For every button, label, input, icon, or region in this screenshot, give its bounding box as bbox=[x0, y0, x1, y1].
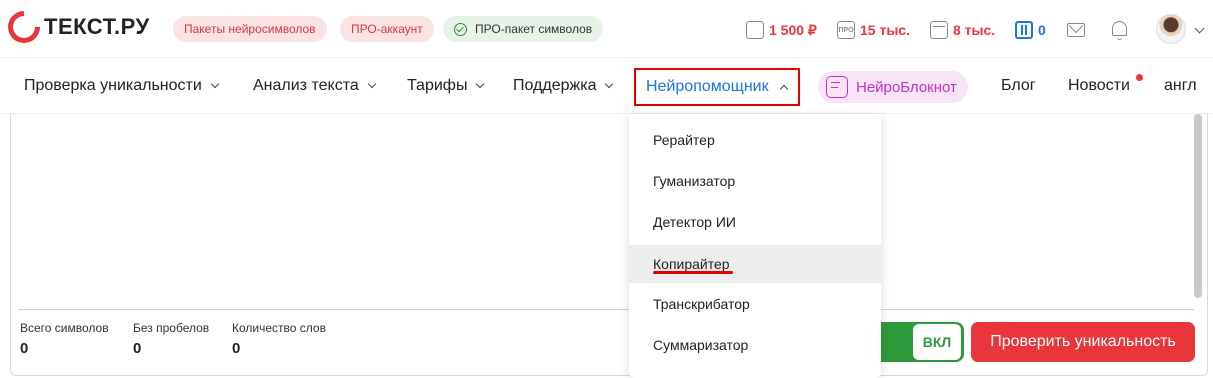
menu-item-copywriter[interactable]: Копирайтер bbox=[629, 245, 881, 283]
nav-item-uniqueness[interactable]: Проверка уникальности bbox=[24, 58, 220, 114]
bell-icon[interactable] bbox=[1112, 21, 1127, 40]
nav-item-support[interactable]: Поддержка bbox=[513, 58, 614, 114]
calendar-icon bbox=[930, 21, 948, 39]
counter-value: 0 bbox=[20, 340, 29, 357]
page: ТЕКСТ.РУ Пакеты нейросимволов ПРО-аккаун… bbox=[0, 0, 1213, 378]
chevron-up-icon bbox=[779, 84, 788, 94]
menu-item-ai-detector[interactable]: Детектор ИИ bbox=[629, 203, 881, 241]
menu-item-rewriter[interactable]: Рерайтер bbox=[629, 121, 881, 159]
counter-label: Всего символов bbox=[20, 321, 109, 335]
chevron-down-icon[interactable] bbox=[1194, 23, 1205, 34]
neuro-packages-pill[interactable]: Пакеты нейросимволов bbox=[173, 16, 327, 42]
toggle-on-button[interactable]: ВКЛ bbox=[913, 324, 961, 360]
pill-label: ПРО-пакет символов bbox=[475, 22, 593, 36]
counter-value: 0 bbox=[232, 340, 241, 357]
nav-label: Проверка уникальности bbox=[24, 77, 202, 94]
nav-label: Блог bbox=[1001, 77, 1036, 94]
h-counter-value: 0 bbox=[1038, 22, 1046, 38]
nav-item-neuro-assistant[interactable]: Нейропомощник bbox=[634, 68, 800, 106]
nav-label: Поддержка bbox=[513, 77, 597, 94]
nav-label: Тарифы bbox=[407, 77, 468, 94]
logo-text: ТЕКСТ.РУ bbox=[44, 14, 150, 39]
nav-label: Новости bbox=[1068, 77, 1130, 94]
neuro-assistant-dropdown: Рерайтер Гуманизатор Детектор ИИ Копирай… bbox=[629, 114, 881, 378]
mail-icon[interactable] bbox=[1067, 23, 1085, 37]
counter-label: Количество слов bbox=[232, 321, 326, 335]
check-uniqueness-button[interactable]: Проверить уникальность bbox=[971, 322, 1195, 362]
menu-item-transcriber[interactable]: Транскрибатор bbox=[629, 285, 881, 323]
menu-item-humanizer[interactable]: Гуманизатор bbox=[629, 162, 881, 200]
pill-label: ПРО-аккаунт bbox=[351, 22, 423, 36]
main-nav: Проверка уникальности Анализ текста Тари… bbox=[0, 58, 1213, 114]
wallet-icon bbox=[746, 21, 764, 39]
top-bar: ТЕКСТ.РУ Пакеты нейросимволов ПРО-аккаун… bbox=[0, 0, 1213, 58]
logo-c-icon bbox=[1, 4, 47, 50]
chevron-down-icon bbox=[476, 79, 485, 89]
counter-total-chars: Всего символов 0 bbox=[20, 321, 109, 357]
notebook-icon bbox=[826, 76, 848, 98]
chevron-down-icon bbox=[605, 79, 614, 89]
menu-item-summarizer[interactable]: Суммаризатор bbox=[629, 326, 881, 364]
nav-item-neuro-notebook[interactable]: НейроБлокнот bbox=[818, 71, 968, 103]
pro-symbols-value: 15 тыс. bbox=[860, 22, 910, 38]
counter-no-spaces: Без пробелов 0 bbox=[133, 321, 209, 357]
chevron-down-icon bbox=[210, 79, 220, 89]
check-circle-icon bbox=[454, 22, 467, 36]
pro-account-pill[interactable]: ПРО-аккаунт bbox=[340, 16, 434, 42]
h-box-icon bbox=[1015, 21, 1033, 39]
nav-item-news[interactable]: Новости bbox=[1068, 58, 1130, 114]
nav-item-language[interactable]: англ bbox=[1164, 58, 1197, 114]
highlight-underline bbox=[653, 271, 733, 274]
nav-label: НейроБлокнот bbox=[856, 78, 957, 96]
chevron-down-icon bbox=[367, 79, 376, 89]
counter-value: 0 bbox=[133, 340, 142, 357]
balance-value: 1 500 ₽ bbox=[769, 21, 817, 38]
calendar-symbols[interactable]: 8 тыс. bbox=[930, 19, 995, 41]
avatar[interactable] bbox=[1156, 14, 1186, 44]
nav-label: англ bbox=[1164, 77, 1197, 94]
pro-symbols[interactable]: ПРО 15 тыс. bbox=[837, 19, 910, 41]
scrollbar[interactable] bbox=[1194, 114, 1202, 298]
balance[interactable]: 1 500 ₽ bbox=[746, 19, 817, 41]
divider bbox=[18, 309, 1194, 310]
news-notification-dot bbox=[1136, 74, 1143, 81]
logo[interactable]: ТЕКСТ.РУ bbox=[1, 4, 150, 50]
pro-package-pill[interactable]: ПРО-пакет символов bbox=[443, 16, 604, 42]
counter-label: Без пробелов bbox=[133, 321, 210, 335]
nav-item-blog[interactable]: Блог bbox=[1001, 58, 1036, 114]
calendar-value: 8 тыс. bbox=[953, 22, 996, 38]
nav-item-text-analysis[interactable]: Анализ текста bbox=[253, 58, 376, 114]
h-counter[interactable]: 0 bbox=[1015, 19, 1046, 41]
nav-label: Анализ текста bbox=[253, 77, 359, 94]
nav-label: Нейропомощник bbox=[646, 78, 769, 95]
pill-label: Пакеты нейросимволов bbox=[184, 22, 316, 36]
pro-icon: ПРО bbox=[837, 21, 855, 39]
nav-item-tariffs[interactable]: Тарифы bbox=[407, 58, 485, 114]
counter-words: Количество слов 0 bbox=[232, 321, 326, 357]
